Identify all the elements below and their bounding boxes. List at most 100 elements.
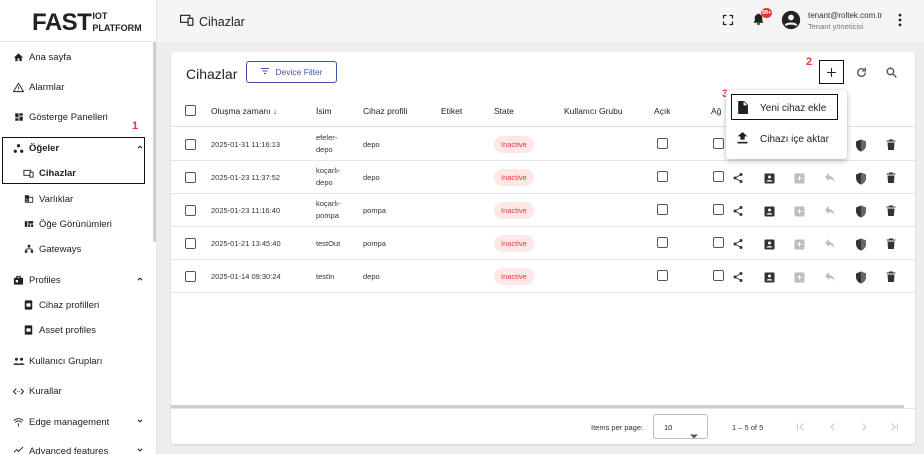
sidebar-item-label: Ana sayfa xyxy=(29,51,72,63)
column-name[interactable]: İsim xyxy=(316,106,332,116)
security-icon[interactable] xyxy=(854,204,868,218)
row-checkbox[interactable] xyxy=(185,139,196,150)
assign-customer-icon[interactable] xyxy=(762,270,776,284)
sidebar-item-advanced-features[interactable]: Advanced features xyxy=(0,436,156,454)
column-customer-group[interactable]: Kullanıcı Grubu xyxy=(564,106,623,116)
share-icon[interactable] xyxy=(731,204,745,218)
sidebar-item-alarms[interactable]: Alarmlar xyxy=(0,72,156,102)
device-profile: pompa xyxy=(363,206,386,215)
public-checkbox[interactable] xyxy=(657,138,668,149)
add-device-menu: Yeni cihaz ekle Cihazı içe aktar xyxy=(726,90,847,159)
table-row[interactable]: 2025-01-14 09:30:24 testIn depo Inactive xyxy=(171,260,915,293)
domain-icon xyxy=(22,194,35,204)
row-checkbox[interactable] xyxy=(185,238,196,249)
column-created-label: Oluşma zamanı xyxy=(211,106,271,116)
topbar: Cihazlar 99+ tenant@roltek.com.tr Tenant… xyxy=(157,0,924,42)
column-state[interactable]: State xyxy=(494,106,514,116)
asset-profile-icon xyxy=(22,325,35,335)
gateway-checkbox[interactable] xyxy=(713,237,724,248)
share-icon[interactable] xyxy=(731,171,745,185)
delete-icon[interactable] xyxy=(884,270,898,284)
table-row[interactable]: 2025-01-21 13:45:40 testOut pompa Inacti… xyxy=(171,227,915,260)
sidebar-item-rules[interactable]: Kurallar xyxy=(0,376,156,406)
first-page-icon[interactable] xyxy=(794,420,808,434)
assign-customer-icon[interactable] xyxy=(762,204,776,218)
last-page-icon[interactable] xyxy=(887,420,901,434)
row-checkbox[interactable] xyxy=(185,205,196,216)
search-icon[interactable] xyxy=(882,63,900,81)
device-profile: depo xyxy=(363,173,380,182)
fullscreen-icon[interactable] xyxy=(722,13,734,31)
sidebar-item-edge-management[interactable]: Edge management xyxy=(0,407,156,437)
delete-icon[interactable] xyxy=(884,138,898,152)
sidebar-scrollbar[interactable] xyxy=(153,42,156,242)
device-name-line2: depo xyxy=(316,145,333,154)
reply-icon[interactable] xyxy=(823,237,837,251)
device-filter-button[interactable]: Device Filter xyxy=(246,61,337,83)
refresh-icon[interactable] xyxy=(852,63,870,81)
sidebar-item-label: Alarmlar xyxy=(29,81,65,93)
previous-page-icon[interactable] xyxy=(826,420,840,434)
row-checkbox[interactable] xyxy=(185,172,196,183)
reply-icon[interactable] xyxy=(823,171,837,185)
logo-sub: IOT PLATFORM xyxy=(92,11,142,33)
sidebar-item-home[interactable]: Ana sayfa xyxy=(0,42,156,72)
delete-icon[interactable] xyxy=(884,171,898,185)
gateway-checkbox[interactable] xyxy=(713,171,724,182)
device-filter-label: Device Filter xyxy=(275,67,323,77)
table-row[interactable]: 2025-01-23 11:16:40 koçarlı- pompa pompa… xyxy=(171,194,915,227)
device-name-line1: testIn xyxy=(316,272,335,281)
home-icon xyxy=(12,52,25,63)
delete-icon[interactable] xyxy=(884,204,898,218)
gateway-checkbox[interactable] xyxy=(713,138,724,149)
security-icon[interactable] xyxy=(854,237,868,251)
public-checkbox[interactable] xyxy=(657,270,668,281)
share-icon[interactable] xyxy=(731,237,745,251)
select-all-checkbox[interactable] xyxy=(185,105,196,116)
column-gateway[interactable]: Ağ xyxy=(711,106,721,116)
items-per-page-select[interactable]: 10 xyxy=(653,414,708,439)
device-profile: pompa xyxy=(363,239,386,248)
unassign-icon[interactable] xyxy=(792,237,806,251)
row-checkbox[interactable] xyxy=(185,271,196,282)
unassign-icon[interactable] xyxy=(792,171,806,185)
avatar[interactable] xyxy=(781,10,801,30)
public-checkbox[interactable] xyxy=(657,171,668,182)
gateway-checkbox[interactable] xyxy=(713,270,724,281)
reply-icon[interactable] xyxy=(823,270,837,284)
sidebar-item-label: Edge management xyxy=(29,416,110,428)
annotation-box-3 xyxy=(731,94,838,120)
next-page-icon[interactable] xyxy=(857,420,871,434)
sidebar-item-label: Asset profiles xyxy=(39,324,97,336)
unassign-icon[interactable] xyxy=(792,270,806,284)
delete-icon[interactable] xyxy=(884,237,898,251)
sidebar-item-gateways[interactable]: Gateways xyxy=(0,234,156,264)
filter-icon xyxy=(260,67,270,77)
column-profile[interactable]: Cihaz profili xyxy=(363,106,407,116)
created-time: 2025-01-31 11:16:13 xyxy=(211,140,281,149)
column-label[interactable]: Etiket xyxy=(441,106,462,116)
security-icon[interactable] xyxy=(854,138,868,152)
sidebar-item-customer-groups[interactable]: Kullanıcı Grupları xyxy=(0,346,156,376)
import-device-menu-item[interactable]: Cihazı içe aktar xyxy=(726,124,847,154)
assign-customer-icon[interactable] xyxy=(762,171,776,185)
sidebar-item-asset-profiles[interactable]: Asset profiles xyxy=(0,315,156,345)
share-icon[interactable] xyxy=(731,270,745,284)
more-vert-icon[interactable] xyxy=(897,13,903,32)
logo-main: FAST xyxy=(32,9,92,36)
security-icon[interactable] xyxy=(854,171,868,185)
page-title-text: Cihazlar xyxy=(199,14,245,29)
public-checkbox[interactable] xyxy=(657,204,668,215)
assign-customer-icon[interactable] xyxy=(762,237,776,251)
logo: FAST IOT PLATFORM xyxy=(0,0,156,42)
column-public[interactable]: Açık xyxy=(654,106,671,116)
reply-icon[interactable] xyxy=(823,204,837,218)
gateway-checkbox[interactable] xyxy=(713,204,724,215)
unassign-icon[interactable] xyxy=(792,204,806,218)
security-icon[interactable] xyxy=(854,270,868,284)
public-checkbox[interactable] xyxy=(657,237,668,248)
sidebar-item-label: Kurallar xyxy=(29,385,62,397)
table-row[interactable]: 2025-01-23 11:37:52 koçarlı- depo depo I… xyxy=(171,161,915,194)
column-created[interactable]: Oluşma zamanı ↓ xyxy=(211,106,277,116)
status-badge: Inactive xyxy=(494,169,534,186)
